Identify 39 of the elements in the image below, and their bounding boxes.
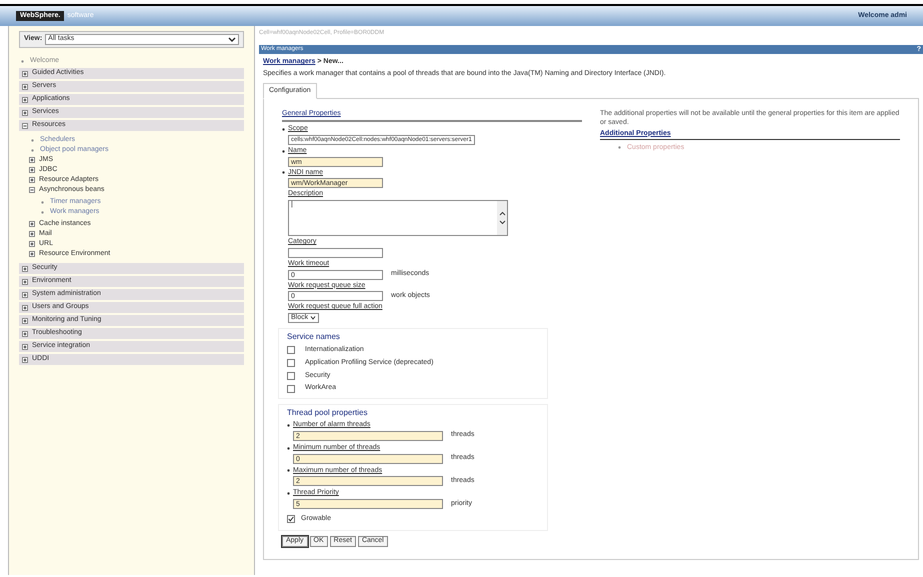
checkbox[interactable] — [287, 346, 295, 354]
bullet-icon — [618, 146, 621, 150]
expand-icon[interactable] — [22, 318, 28, 324]
expand-icon[interactable] — [29, 167, 35, 173]
expand-icon[interactable] — [22, 344, 28, 350]
collapse-icon[interactable] — [29, 187, 35, 193]
expand-icon[interactable] — [22, 330, 28, 336]
bullet-icon — [21, 60, 24, 62]
expand-icon[interactable] — [22, 278, 28, 284]
expand-icon[interactable] — [29, 241, 35, 247]
expand-icon[interactable] — [22, 304, 28, 310]
expand-icon[interactable] — [29, 221, 35, 227]
checkbox[interactable] — [287, 359, 295, 368]
chevron-down-icon — [310, 316, 316, 320]
checkbox[interactable] — [287, 372, 295, 380]
expand-icon[interactable] — [22, 84, 28, 90]
expand-icon[interactable] — [22, 292, 28, 298]
checkbox[interactable] — [287, 515, 295, 524]
collapse-icon[interactable] — [22, 122, 28, 128]
checkbox[interactable] — [287, 384, 295, 393]
expand-icon[interactable] — [22, 70, 28, 76]
scroll-up-icon[interactable] — [498, 211, 506, 216]
input-field[interactable] — [288, 248, 383, 258]
expand-icon[interactable] — [22, 356, 28, 362]
expand-icon[interactable] — [29, 231, 35, 237]
group-title: Thread pool properties — [287, 408, 368, 418]
scroll-down-icon[interactable] — [498, 220, 506, 225]
chevron-down-icon — [228, 36, 236, 42]
group-title: Service names — [287, 332, 341, 342]
bullet-icon — [41, 210, 44, 214]
expand-icon[interactable] — [22, 266, 28, 272]
expand-icon[interactable] — [29, 251, 35, 257]
expand-icon[interactable] — [22, 96, 28, 102]
bullet-icon — [41, 200, 44, 204]
bullet-icon — [31, 148, 34, 152]
expand-icon[interactable] — [22, 110, 28, 116]
expand-icon[interactable] — [29, 177, 35, 183]
bullet-icon — [31, 138, 34, 142]
expand-icon[interactable] — [29, 157, 35, 163]
